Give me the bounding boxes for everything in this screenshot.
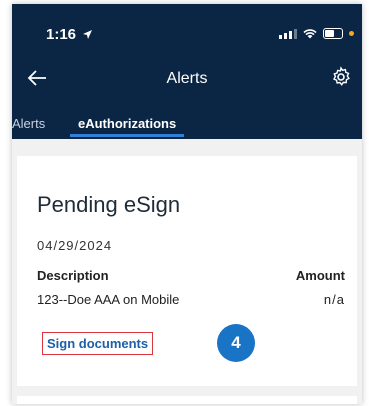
step-number-badge: 4 xyxy=(217,324,255,362)
location-arrow-icon xyxy=(83,30,93,39)
row-amount: n/a xyxy=(323,292,345,307)
description-column-header: Description xyxy=(37,268,109,283)
sign-documents-link[interactable]: Sign documents xyxy=(42,332,154,355)
battery-icon xyxy=(323,28,343,39)
phone-screen: 1:16 Alerts Alerts eAuthorizations Pendi… xyxy=(12,4,362,404)
privacy-indicator-dot xyxy=(349,31,354,36)
card-title: Pending eSign xyxy=(37,192,181,217)
active-tab-indicator xyxy=(70,134,185,137)
row-description: 123--Doe AAA on Mobile xyxy=(37,292,180,307)
card-date: 04/29/2024 xyxy=(37,238,113,253)
status-bar-time: 1:16 xyxy=(46,26,93,43)
wifi-icon xyxy=(303,28,317,38)
gear-icon[interactable] xyxy=(330,66,352,88)
page-title: Alerts xyxy=(166,70,208,87)
amount-column-header: Amount xyxy=(295,268,345,283)
status-bar-icons xyxy=(279,28,354,39)
next-card-edge xyxy=(17,396,357,404)
pending-esign-card: Pending eSign 04/29/2024 Description Amo… xyxy=(17,156,357,386)
tab-alerts[interactable]: Alerts xyxy=(12,112,45,131)
tab-eauthorizations[interactable]: eAuthorizations xyxy=(70,112,185,137)
tab-bar: Alerts eAuthorizations xyxy=(12,108,362,139)
tab-eauthorizations-label: eAuthorizations xyxy=(78,116,177,131)
tab-alerts-label: Alerts xyxy=(12,116,46,131)
clock-text: 1:16 xyxy=(46,26,77,43)
app-header: 1:16 Alerts Alerts eAuthorizations xyxy=(12,4,362,139)
cellular-signal-icon xyxy=(279,28,297,39)
